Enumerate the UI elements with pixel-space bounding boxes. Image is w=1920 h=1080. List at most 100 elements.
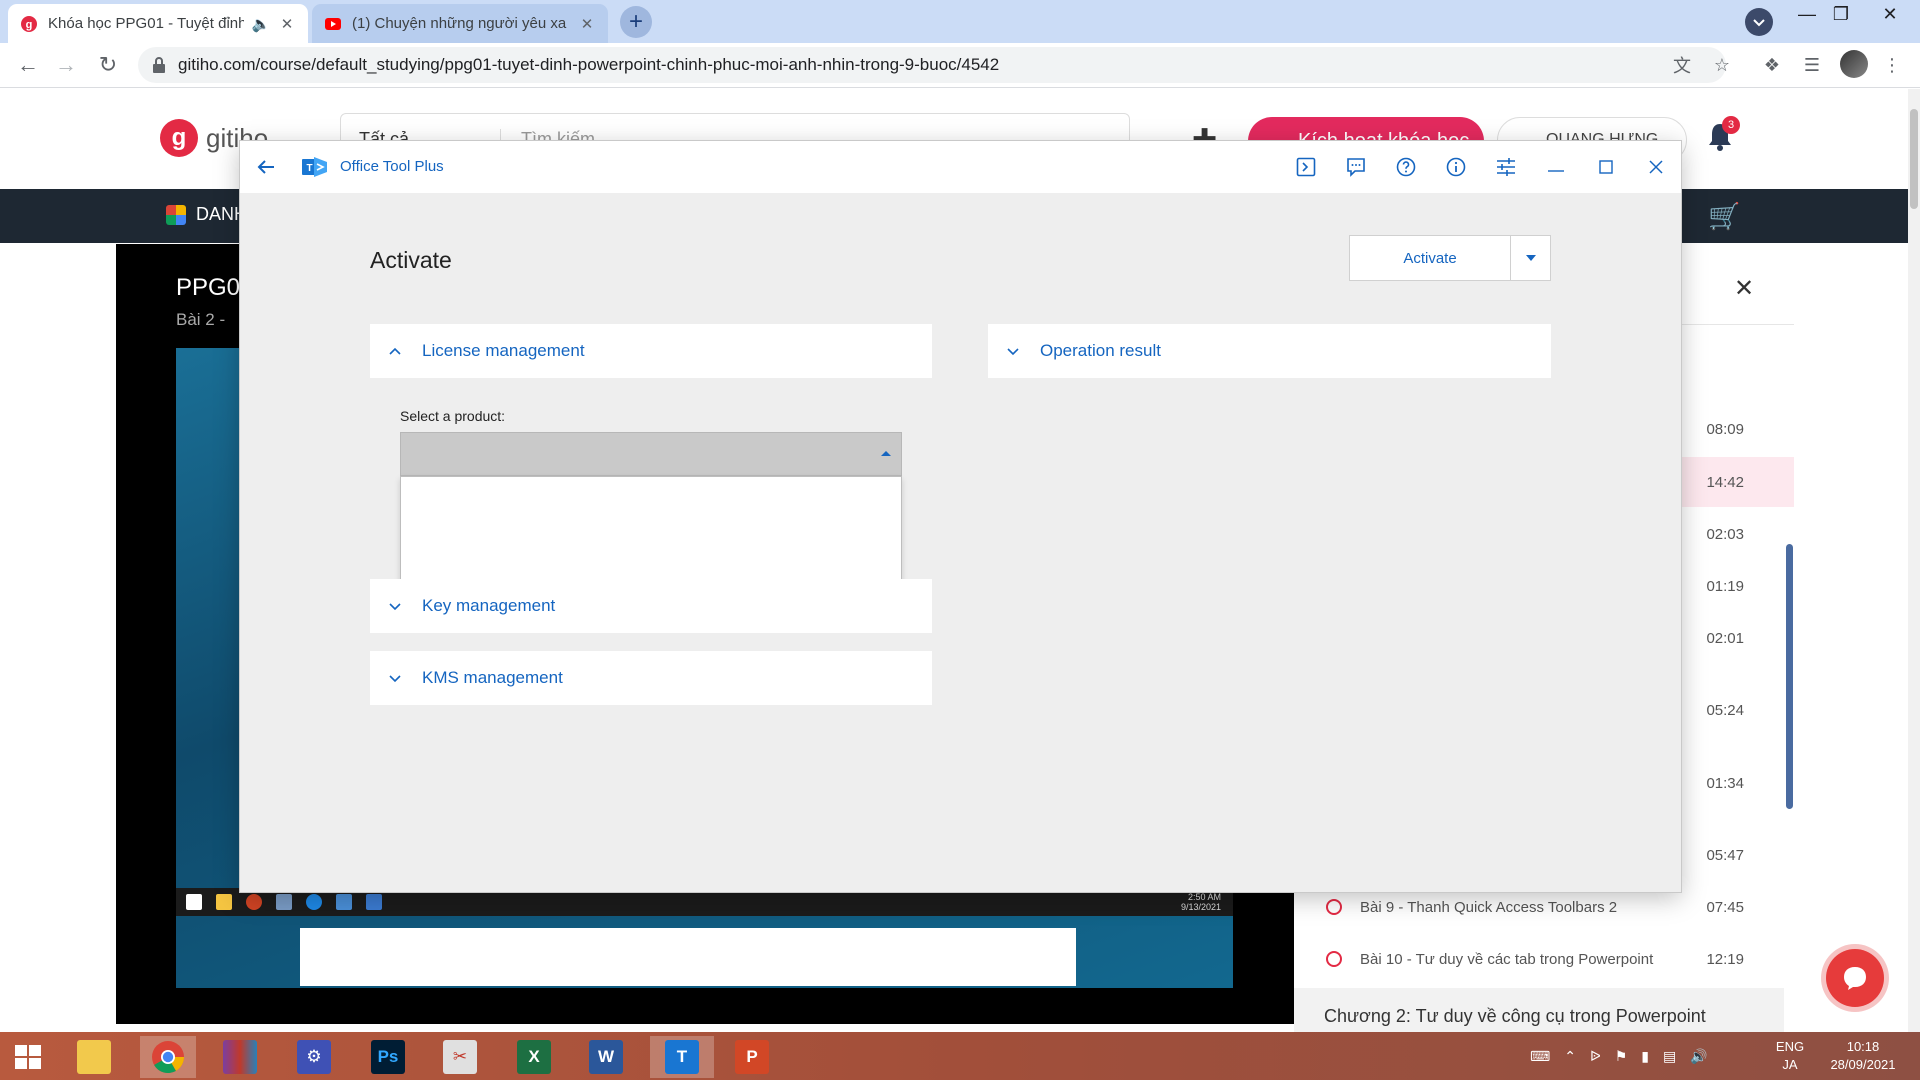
language-code: ENG — [1775, 1039, 1805, 1054]
taskbar-photoshop[interactable]: Ps — [360, 1036, 416, 1078]
url-text: gitiho.com/course/default_studying/ppg01… — [178, 55, 1000, 74]
reload-icon[interactable]: ↻ — [94, 51, 122, 79]
help-icon[interactable] — [1394, 155, 1418, 179]
edge-icon — [306, 894, 322, 910]
kms-management-panel: KMS management — [370, 651, 932, 705]
info-icon[interactable] — [1444, 155, 1468, 179]
chapter-header[interactable]: Chương 2: Tư duy về công cụ trong Powerp… — [1294, 988, 1784, 1032]
taskbar-excel[interactable]: X — [506, 1036, 562, 1078]
taskbar-file-explorer[interactable] — [66, 1036, 122, 1078]
browser-tab-strip: g Khóa học PPG01 - Tuyệt đỉnh 🔈 ✕ (1) Ch… — [0, 0, 1920, 43]
lesson-duration: 07:45 — [1706, 898, 1744, 916]
profile-avatar[interactable] — [1840, 50, 1868, 78]
taskbar-clock[interactable]: 10:18 28/09/2021 — [1818, 1038, 1908, 1074]
taskbar-snipping[interactable]: ✂ — [432, 1036, 488, 1078]
activate-button[interactable]: Activate — [1350, 236, 1511, 280]
winrar-icon — [223, 1040, 257, 1074]
caret-up-icon — [881, 451, 891, 456]
panel-title: License management — [422, 341, 585, 360]
bluetooth-icon[interactable]: ᐉ — [1590, 1048, 1601, 1065]
activate-dropdown-button[interactable] — [1511, 236, 1550, 280]
forward-arrow-icon[interactable]: → — [52, 51, 80, 79]
back-arrow-icon[interactable] — [254, 155, 278, 179]
lesson-label: Bài 9 - Thanh Quick Access Toolbars 2 — [1360, 898, 1618, 916]
close-icon[interactable] — [1644, 155, 1668, 179]
taskbar-word[interactable]: W — [578, 1036, 634, 1078]
speaker-icon[interactable]: 🔈 — [252, 15, 271, 33]
kms-management-header[interactable]: KMS management — [370, 651, 932, 705]
extensions-puzzle-icon[interactable]: ❖ — [1760, 53, 1784, 77]
gitiho-logo-icon: g — [160, 119, 198, 157]
clock-date: 28/09/2021 — [1830, 1057, 1896, 1072]
license-management-header[interactable]: License management — [370, 324, 932, 378]
panel-title: Operation result — [1040, 341, 1161, 360]
video-subtitle: Bài 2 - — [176, 310, 226, 329]
taskbar-powerpoint[interactable]: P — [724, 1036, 780, 1078]
windows-start-button[interactable] — [0, 1036, 56, 1078]
page-scrollbar[interactable] — [1908, 89, 1920, 1032]
input-language[interactable]: ENG JA — [1772, 1038, 1808, 1074]
close-icon[interactable]: ✕ — [1734, 274, 1754, 303]
tab-close-icon[interactable]: ✕ — [578, 15, 596, 33]
taskbar-chrome[interactable] — [140, 1036, 196, 1078]
browser-toolbar: ← → ↻ gitiho.com/course/default_studying… — [0, 43, 1920, 88]
chevron-up-icon[interactable]: ⌃ — [1564, 1048, 1576, 1065]
operation-result-header[interactable]: Operation result — [988, 324, 1551, 378]
tab-gitiho[interactable]: g Khóa học PPG01 - Tuyệt đỉnh 🔈 ✕ — [8, 4, 308, 43]
address-bar[interactable]: gitiho.com/course/default_studying/ppg01… — [138, 47, 1726, 83]
translate-icon[interactable]: 文 — [1670, 53, 1694, 77]
product-select[interactable] — [400, 432, 902, 476]
chat-bubble-icon[interactable] — [1826, 949, 1884, 1007]
tab-close-icon[interactable]: ✕ — [278, 15, 296, 33]
lesson-duration: 01:34 — [1706, 774, 1744, 792]
feedback-icon[interactable] — [1344, 155, 1368, 179]
maximize-icon[interactable] — [1594, 155, 1618, 179]
taskbar-office-tool-plus[interactable]: T — [650, 1036, 714, 1078]
windows-logo-icon — [15, 1045, 41, 1069]
office-tool-plus-logo-icon: T — [302, 157, 327, 177]
page-title: Activate — [370, 247, 452, 273]
snipping-tool-icon: ✂ — [443, 1040, 477, 1074]
sidebar-scrollbar[interactable] — [1786, 544, 1793, 809]
settings-sliders-icon[interactable] — [1494, 155, 1518, 179]
keyboard-icon[interactable]: ⌨ — [1530, 1048, 1550, 1065]
taskbar-settings[interactable]: ⚙ — [286, 1036, 342, 1078]
tab-search-icon[interactable] — [1745, 8, 1773, 36]
media-control-icon[interactable]: ☰ — [1800, 53, 1824, 77]
powerpoint-icon: P — [735, 1040, 769, 1074]
bookmark-star-icon[interactable]: ☆ — [1710, 53, 1734, 77]
minimize-icon[interactable] — [1544, 155, 1568, 179]
scrollbar-thumb[interactable] — [1910, 109, 1918, 209]
chrome-menu-icon[interactable]: ⋮ — [1880, 53, 1904, 77]
new-tab-button[interactable]: + — [620, 6, 652, 38]
otp-titlebar: T Office Tool Plus — [240, 141, 1681, 193]
volume-icon[interactable]: 🔊 — [1690, 1048, 1707, 1065]
caret-down-icon — [1525, 255, 1536, 261]
lesson-duration: 12:19 — [1706, 950, 1744, 968]
folder-icon — [77, 1040, 111, 1074]
taskbar-winrar[interactable] — [212, 1036, 268, 1078]
lesson-row[interactable]: Bài 10 - Tư duy về các tab trong Powerpo… — [1294, 934, 1794, 984]
close-window-icon[interactable]: ✕ — [1860, 0, 1920, 28]
battery-icon[interactable]: ▮ — [1641, 1048, 1649, 1065]
play-circle-icon — [1326, 899, 1342, 915]
windows-start-icon — [186, 894, 202, 910]
categories-menu[interactable]: DANH — [166, 204, 247, 225]
svg-text:T: T — [306, 163, 312, 174]
ime-code: JA — [1782, 1057, 1798, 1072]
lesson-duration: 08:09 — [1706, 420, 1744, 438]
tab-youtube[interactable]: (1) Chuyện những người yêu xa / ✕ — [312, 4, 608, 43]
restore-icon[interactable]: ❐ — [1818, 0, 1864, 28]
back-arrow-icon[interactable]: ← — [14, 51, 42, 79]
flag-icon[interactable]: ⚑ — [1615, 1048, 1628, 1065]
chevron-down-icon — [1007, 348, 1019, 356]
lesson-duration: 14:42 — [1706, 473, 1744, 491]
console-icon[interactable] — [1294, 155, 1318, 179]
app-icon — [336, 894, 352, 910]
key-management-header[interactable]: Key management — [370, 579, 932, 633]
office-tool-plus-window: T Office Tool Plus Activate Activate Lic… — [240, 141, 1681, 892]
network-icon[interactable]: ▤ — [1663, 1048, 1676, 1065]
cart-icon[interactable]: 🛒 — [1708, 201, 1740, 232]
lock-icon — [153, 57, 165, 73]
video-content — [300, 928, 1076, 986]
